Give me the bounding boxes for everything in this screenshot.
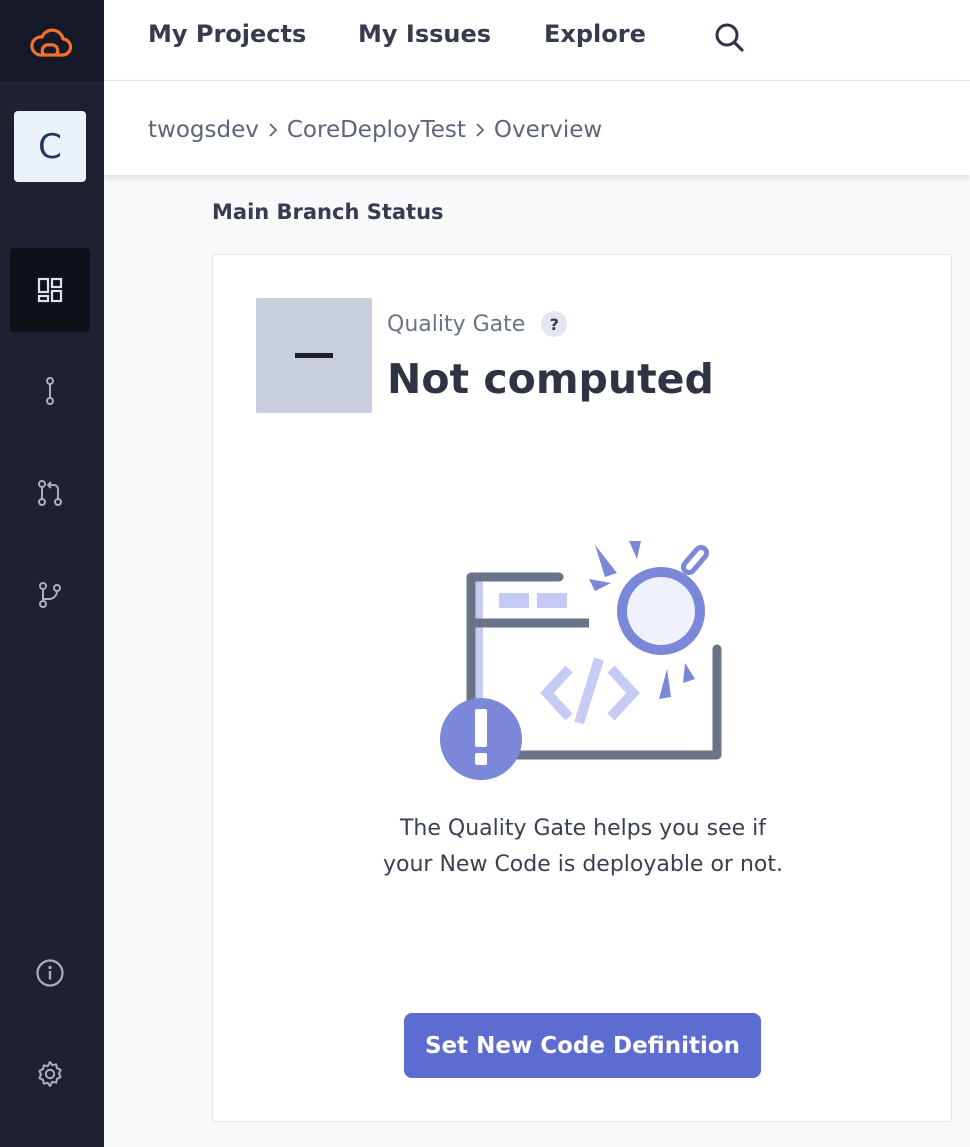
quality-gate-card: Quality Gate ? Not computed The Quality … bbox=[212, 254, 952, 1122]
breadcrumb: twogsdev CoreDeployTest Overview bbox=[148, 117, 602, 143]
breadcrumb-bar: twogsdev CoreDeployTest Overview bbox=[104, 81, 970, 175]
gear-icon bbox=[38, 1061, 62, 1087]
quality-gate-status: Not computed bbox=[387, 355, 714, 403]
git-branch-icon bbox=[39, 582, 61, 608]
set-new-code-definition-button[interactable]: Set New Code Definition bbox=[404, 1013, 761, 1078]
quality-gate-description: The Quality Gate helps you see if your N… bbox=[383, 816, 783, 877]
section-title: Main Branch Status bbox=[212, 200, 444, 224]
dashboard-icon bbox=[37, 277, 63, 303]
sidebar-item-branch[interactable] bbox=[10, 349, 90, 433]
search-button[interactable] bbox=[712, 20, 748, 60]
sidebar-item-pull-requests[interactable] bbox=[10, 451, 90, 535]
nav-explore[interactable]: Explore bbox=[544, 20, 646, 48]
branch-line-icon bbox=[46, 377, 54, 405]
quality-gate-badge bbox=[256, 298, 372, 413]
nav-my-issues[interactable]: My Issues bbox=[358, 20, 491, 48]
sidebar-item-settings[interactable] bbox=[10, 1032, 90, 1116]
sidebar: C bbox=[0, 0, 104, 1147]
sidebar-item-overview[interactable] bbox=[10, 248, 90, 332]
pull-request-icon bbox=[38, 480, 62, 506]
quality-gate-label-row: Quality Gate ? bbox=[387, 311, 568, 337]
project-avatar[interactable]: C bbox=[14, 111, 86, 182]
sidebar-item-branches[interactable] bbox=[10, 553, 90, 637]
info-icon bbox=[36, 959, 64, 987]
search-icon bbox=[715, 23, 744, 52]
top-navigation-bar: My Projects My Issues Explore bbox=[104, 0, 970, 81]
quality-gate-label: Quality Gate bbox=[387, 311, 526, 337]
nav-my-projects[interactable]: My Projects bbox=[148, 20, 306, 48]
breadcrumb-page[interactable]: Overview bbox=[494, 117, 602, 143]
breadcrumb-project[interactable]: CoreDeployTest bbox=[287, 117, 466, 143]
chevron-right-icon bbox=[267, 121, 279, 139]
help-icon[interactable]: ? bbox=[541, 311, 568, 337]
dash-icon bbox=[295, 353, 333, 358]
cloud-logo-icon bbox=[30, 28, 73, 57]
code-inspection-illustration-icon bbox=[440, 541, 722, 780]
avatar-letter: C bbox=[38, 126, 62, 167]
logo[interactable] bbox=[0, 0, 104, 81]
breadcrumb-org[interactable]: twogsdev bbox=[148, 117, 259, 143]
sidebar-item-info[interactable] bbox=[10, 931, 90, 1015]
chevron-right-icon bbox=[474, 121, 486, 139]
